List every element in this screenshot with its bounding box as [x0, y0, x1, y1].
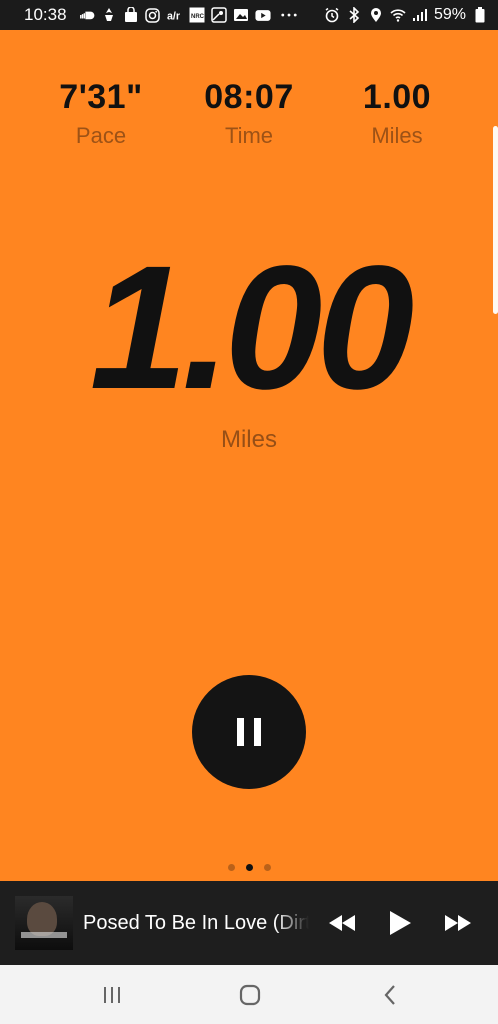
home-icon — [239, 984, 261, 1005]
play-icon — [390, 911, 411, 935]
rewind-icon — [329, 915, 355, 931]
time-label: Time — [224, 123, 274, 148]
wifi-icon — [390, 7, 406, 23]
status-time: 10:38 — [24, 5, 67, 24]
recent-apps-button[interactable] — [72, 965, 152, 1024]
battery-percent: 59% — [433, 6, 466, 23]
fast-forward-icon — [445, 915, 471, 931]
svg-text:NRC: NRC — [191, 14, 205, 20]
play-button[interactable] — [380, 881, 420, 965]
album-art-portrait — [27, 902, 57, 936]
youtube-icon — [254, 7, 271, 23]
shopping-bag-icon — [123, 7, 139, 23]
alarm-icon — [324, 7, 340, 23]
pace-label: Pace — [75, 123, 127, 148]
pause-icon — [237, 718, 261, 746]
app-icon — [101, 7, 117, 23]
pause-button[interactable] — [192, 675, 306, 789]
page-dot[interactable] — [263, 864, 271, 871]
nrc-icon: NRC — [189, 7, 205, 23]
airtel-icon: a/r — [167, 7, 183, 23]
page-indicator — [0, 864, 498, 871]
miles-label: Miles — [371, 123, 423, 148]
rewind-button[interactable] — [322, 881, 362, 965]
signal-icon — [412, 7, 428, 23]
main-metric-label: Miles — [220, 426, 277, 453]
recent-apps-icon — [104, 986, 120, 1003]
pace-value: 7'31" — [59, 78, 143, 116]
location-icon — [368, 7, 384, 23]
svg-text:a/r: a/r — [167, 10, 180, 22]
album-art[interactable] — [15, 896, 73, 950]
page-dot-active[interactable] — [245, 864, 253, 871]
system-nav-bar — [0, 965, 498, 1024]
status-bar: 10:38 a/r NRC 59% — [0, 0, 498, 30]
soundcloud-icon — [79, 7, 95, 23]
instagram-icon — [145, 7, 161, 23]
bluetooth-icon — [346, 7, 362, 23]
pace-stat: 7'31" Pace — [26, 78, 176, 149]
home-button[interactable] — [210, 965, 290, 1024]
system-icons: 59% — [324, 0, 488, 30]
track-title[interactable]: Posed To Be In Love (Dirty) — [83, 912, 309, 935]
page-dot[interactable] — [227, 864, 235, 871]
main-metric-value: 1.00 — [89, 230, 415, 426]
gallery-icon — [233, 7, 249, 23]
fast-forward-button[interactable] — [438, 881, 478, 965]
time-stat: 08:07 Time — [174, 78, 324, 149]
album-art-title-band — [21, 932, 67, 938]
miles-stat: 1.00 Miles — [322, 78, 472, 149]
more-dots-icon — [280, 7, 297, 23]
time-value: 08:07 — [204, 78, 294, 116]
miles-value: 1.00 — [362, 78, 432, 116]
back-icon — [384, 984, 395, 1005]
battery-icon — [472, 7, 488, 23]
back-button[interactable] — [350, 965, 430, 1024]
music-player-bar[interactable]: Posed To Be In Love (Dirty) — [0, 881, 498, 965]
maps-icon — [210, 7, 227, 23]
notification-icons: a/r NRC — [79, 7, 297, 23]
